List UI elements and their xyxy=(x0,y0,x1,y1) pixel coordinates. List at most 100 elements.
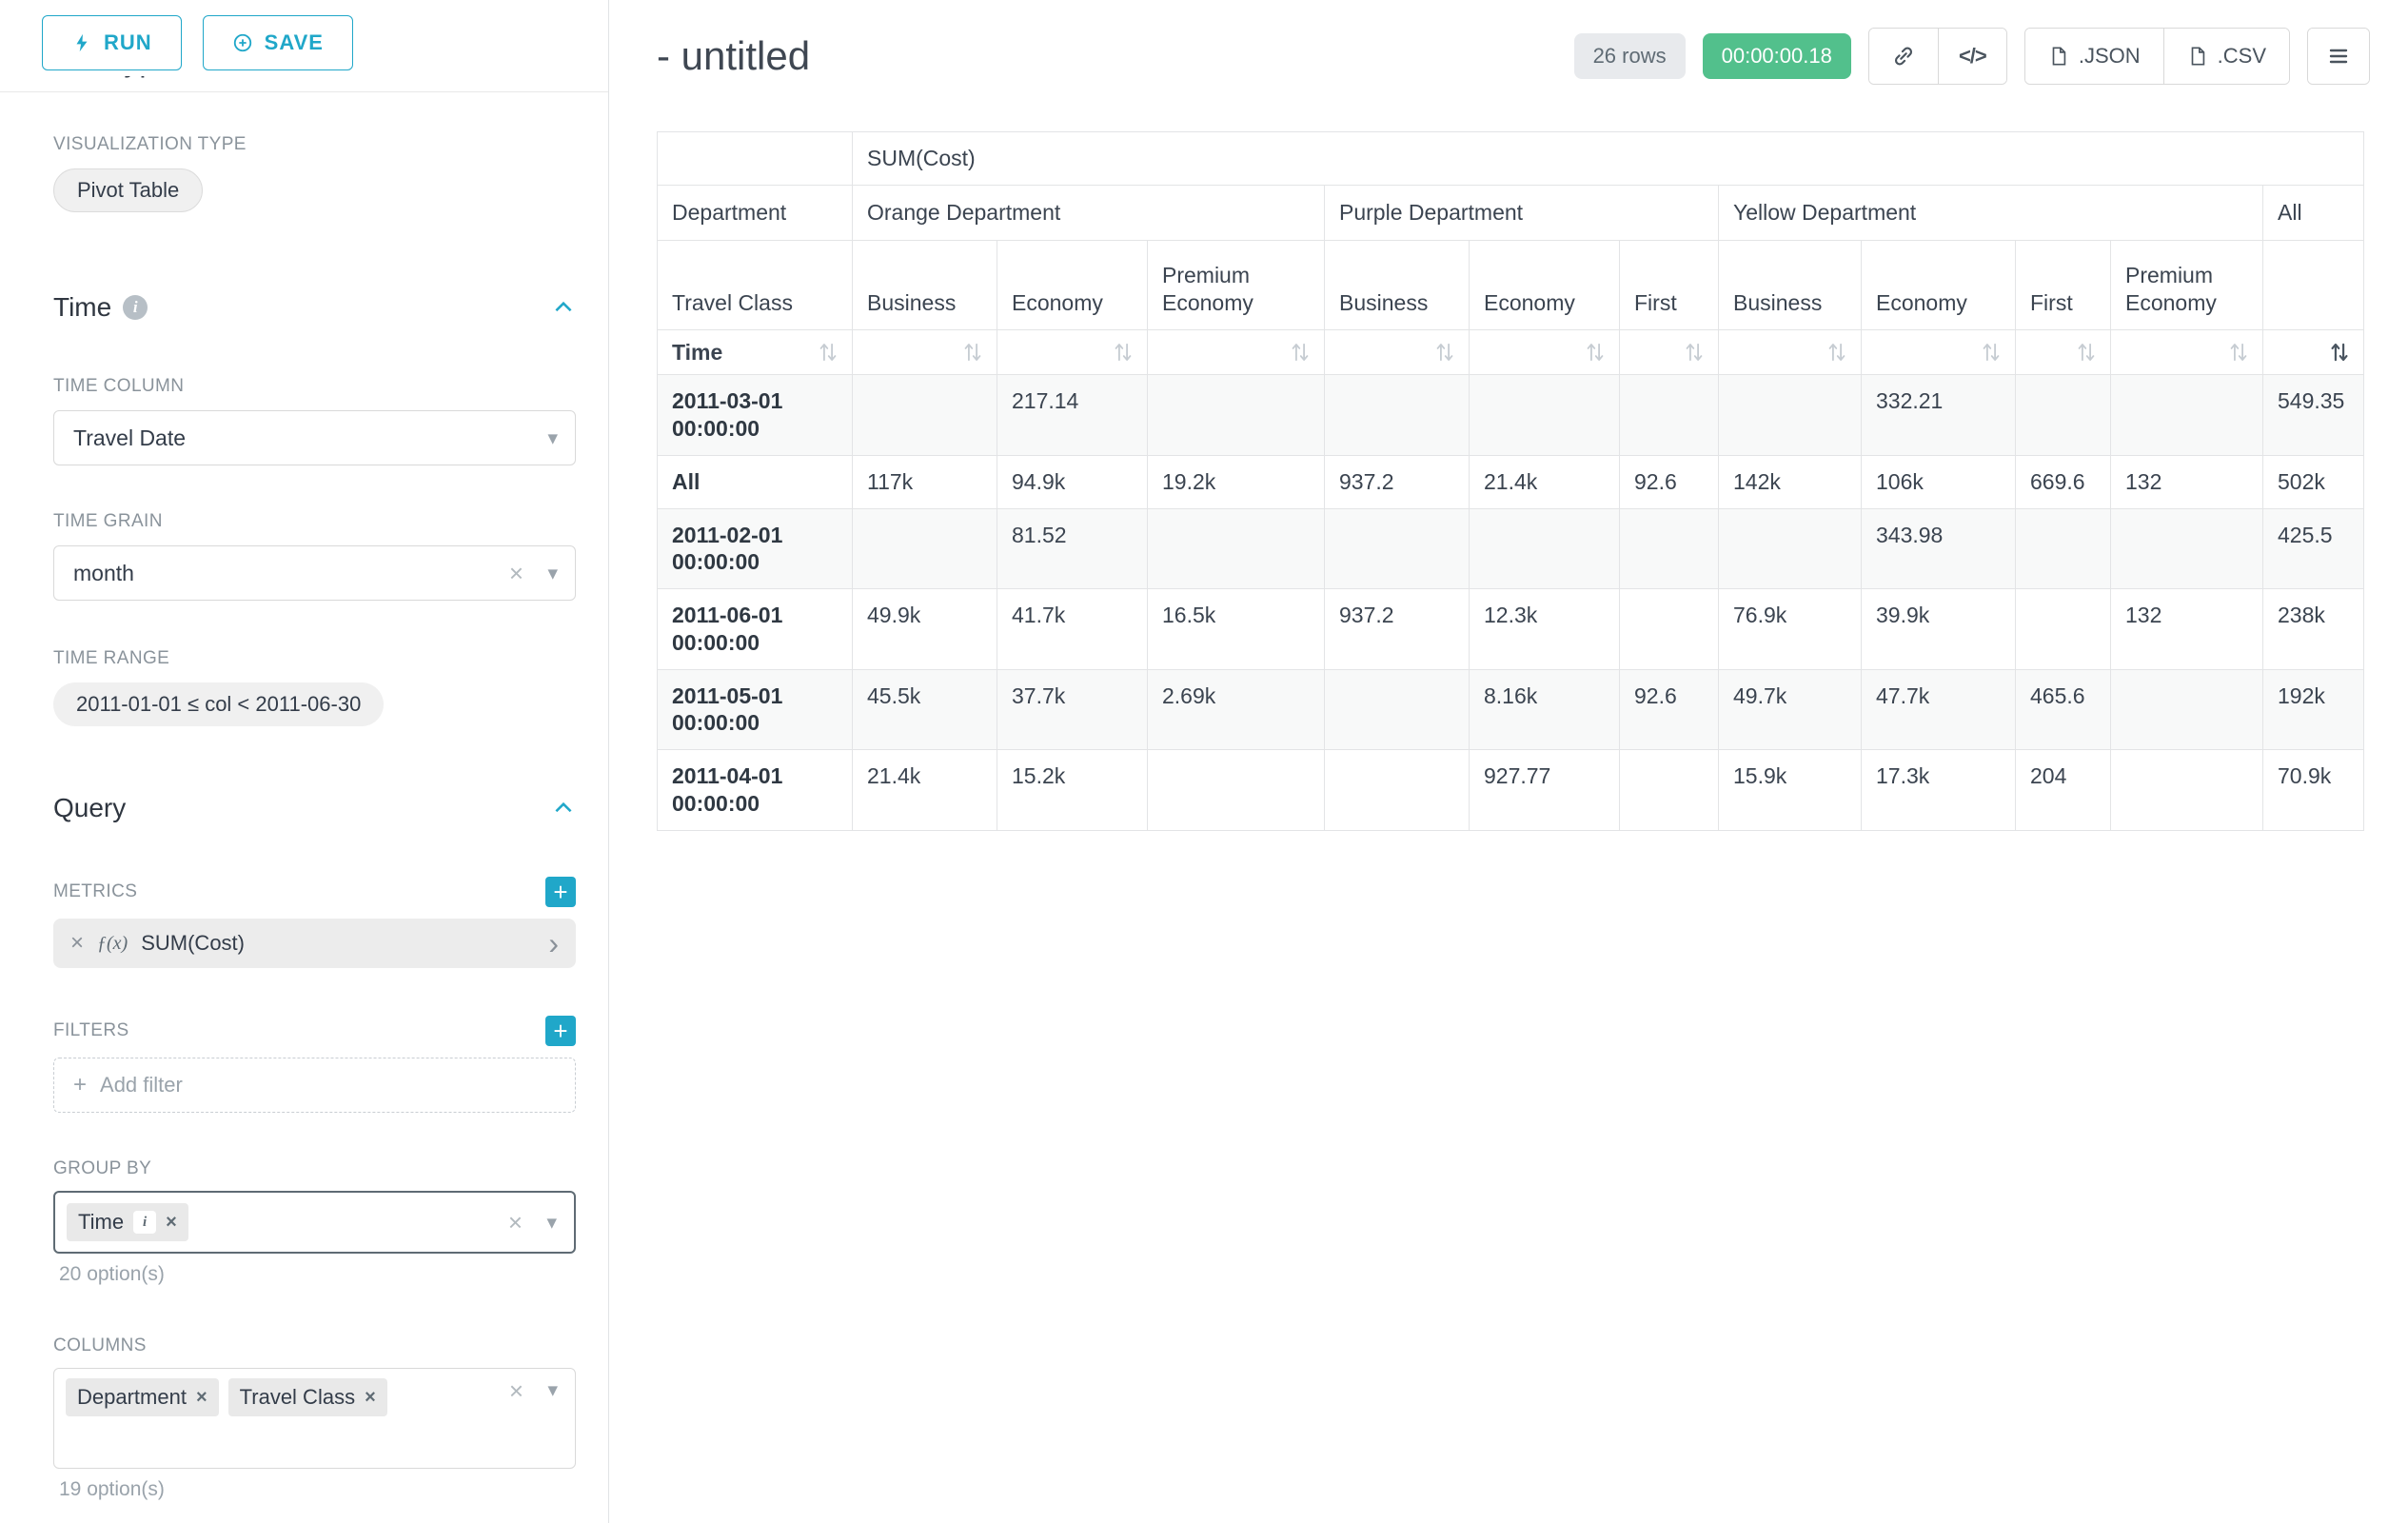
sortable-column-header[interactable] xyxy=(2111,329,2263,375)
row-label: 2011-04-01 00:00:00 xyxy=(658,750,853,831)
sortable-column-header[interactable] xyxy=(1325,329,1470,375)
clear-icon[interactable]: × xyxy=(509,1378,523,1403)
pivot-value-cell: 76.9k xyxy=(1719,589,1862,670)
sort-icon[interactable] xyxy=(1435,341,1454,364)
export-json-label: .JSON xyxy=(2079,44,2141,69)
time-section-title: Time xyxy=(53,292,111,323)
time-grain-select[interactable]: month × ▾ xyxy=(53,545,576,601)
sort-icon[interactable] xyxy=(1586,341,1605,364)
time-column-value: Travel Date xyxy=(73,425,186,451)
sort-icon[interactable] xyxy=(1291,341,1310,364)
travel-class-header: Business xyxy=(1325,240,1470,329)
export-json-button[interactable]: .JSON xyxy=(2025,29,2163,84)
pivot-corner-cell xyxy=(658,132,853,186)
sortable-column-header[interactable] xyxy=(1148,329,1325,375)
link-icon xyxy=(1891,44,1916,69)
query-section-header[interactable]: Query xyxy=(53,793,576,823)
clear-icon[interactable]: × xyxy=(508,1210,523,1235)
pivot-value-cell xyxy=(2016,375,2111,456)
export-button-group: .JSON .CSV xyxy=(2024,28,2290,85)
run-label: RUN xyxy=(104,30,152,55)
pivot-value-cell xyxy=(2016,508,2111,589)
time-section-header[interactable]: Time i xyxy=(53,292,576,323)
group-by-label: GROUP BY xyxy=(53,1158,576,1179)
columns-select[interactable]: Department×Travel Class× × ▾ xyxy=(53,1368,576,1469)
pivot-value-cell: 45.5k xyxy=(853,669,997,750)
sortable-column-header[interactable] xyxy=(1862,329,2016,375)
chevron-up-icon[interactable] xyxy=(551,295,576,320)
time-column-select[interactable]: Travel Date ▾ xyxy=(53,410,576,465)
save-button[interactable]: SAVE xyxy=(203,15,353,70)
dimension-chip[interactable]: Department× xyxy=(66,1378,219,1416)
view-query-button[interactable]: </> xyxy=(1938,29,2006,84)
group-by-chips: Timei× xyxy=(67,1203,198,1241)
export-csv-button[interactable]: .CSV xyxy=(2163,29,2289,84)
sort-icon[interactable] xyxy=(2229,341,2248,364)
run-button[interactable]: RUN xyxy=(42,15,182,70)
sortable-column-header[interactable] xyxy=(853,329,997,375)
sort-icon[interactable] xyxy=(1982,341,2001,364)
dimension-chip[interactable]: Timei× xyxy=(67,1203,188,1241)
sortable-column-header[interactable] xyxy=(1470,329,1620,375)
chart-title[interactable]: - untitled xyxy=(657,33,810,79)
sort-icon[interactable] xyxy=(1827,341,1846,364)
sortable-column-header[interactable] xyxy=(1620,329,1719,375)
time-range-pill[interactable]: 2011-01-01 ≤ col < 2011-06-30 xyxy=(53,682,384,726)
metric-chip[interactable]: × ƒ(x) SUM(Cost) › xyxy=(53,919,576,968)
pivot-value-cell: 21.4k xyxy=(1470,455,1620,508)
pivot-value-cell xyxy=(1148,375,1325,456)
code-icon: </> xyxy=(1959,44,1986,69)
sortable-column-header[interactable] xyxy=(1719,329,1862,375)
chevron-down-icon[interactable]: ▾ xyxy=(546,1211,557,1235)
travel-class-header: Premium Economy xyxy=(1148,240,1325,329)
copy-link-button[interactable] xyxy=(1869,29,1938,84)
plus-icon: + xyxy=(73,1072,87,1098)
sortable-column-header[interactable] xyxy=(2016,329,2111,375)
control-panel: RUN SAVE Chart Type VISUALIZATION TYPE P… xyxy=(0,0,609,1523)
group-by-select[interactable]: Timei× × ▾ xyxy=(53,1191,576,1254)
sort-icon[interactable] xyxy=(1114,341,1133,364)
pivot-row: 2011-04-01 00:00:0021.4k15.2k927.7715.9k… xyxy=(658,750,2364,831)
row-label: 2011-06-01 00:00:00 xyxy=(658,589,853,670)
visualization-type-pill[interactable]: Pivot Table xyxy=(53,168,203,212)
chevron-right-icon[interactable]: › xyxy=(548,928,559,959)
pivot-value-cell: 70.9k xyxy=(2263,750,2364,831)
remove-metric-icon[interactable]: × xyxy=(70,930,84,957)
sort-icon[interactable] xyxy=(819,341,838,364)
sortable-column-header[interactable] xyxy=(997,329,1148,375)
sort-icon[interactable] xyxy=(963,341,982,364)
clear-icon[interactable]: × xyxy=(509,561,523,585)
add-filter-placeholder: Add filter xyxy=(100,1073,183,1098)
row-dimension-time[interactable]: Time xyxy=(658,329,853,375)
chevron-up-icon[interactable] xyxy=(551,796,576,821)
pivot-table: SUM(Cost)DepartmentOrange DepartmentPurp… xyxy=(657,131,2364,831)
remove-chip-icon[interactable]: × xyxy=(166,1212,177,1234)
sort-icon[interactable] xyxy=(1685,341,1704,364)
metrics-header-row: METRICS + xyxy=(53,877,576,907)
metrics-label: METRICS xyxy=(53,881,137,902)
chevron-down-icon[interactable]: ▾ xyxy=(547,1378,558,1402)
pivot-value-cell xyxy=(1325,375,1470,456)
chevron-down-icon[interactable]: ▾ xyxy=(547,562,558,585)
sort-icon[interactable] xyxy=(2077,341,2096,364)
chevron-down-icon[interactable]: ▾ xyxy=(547,426,558,450)
pivot-value-cell: 39.9k xyxy=(1862,589,2016,670)
pivot-value-cell: 343.98 xyxy=(1862,508,2016,589)
add-filter-button[interactable]: + xyxy=(545,1016,576,1046)
remove-chip-icon[interactable]: × xyxy=(196,1387,207,1409)
control-panel-body: VISUALIZATION TYPE Pivot Table Time i TI… xyxy=(0,92,608,1501)
pivot-value-cell: 465.6 xyxy=(2016,669,2111,750)
add-metric-button[interactable]: + xyxy=(545,877,576,907)
sort-desc-icon[interactable] xyxy=(2330,341,2349,364)
remove-chip-icon[interactable]: × xyxy=(365,1387,376,1409)
sortable-column-header[interactable] xyxy=(2263,329,2364,375)
pivot-value-cell: 549.35 xyxy=(2263,375,2364,456)
more-options-button[interactable] xyxy=(2308,29,2369,84)
add-filter-dropzone[interactable]: + Add filter xyxy=(53,1058,576,1113)
dimension-chip[interactable]: Travel Class× xyxy=(228,1378,387,1416)
travel-class-header: First xyxy=(2016,240,2111,329)
pivot-row: 2011-03-01 00:00:00217.14332.21549.35 xyxy=(658,375,2364,456)
group-by-options-hint: 20 option(s) xyxy=(59,1263,576,1286)
pivot-value-cell xyxy=(1620,750,1719,831)
pivot-value-cell xyxy=(853,375,997,456)
